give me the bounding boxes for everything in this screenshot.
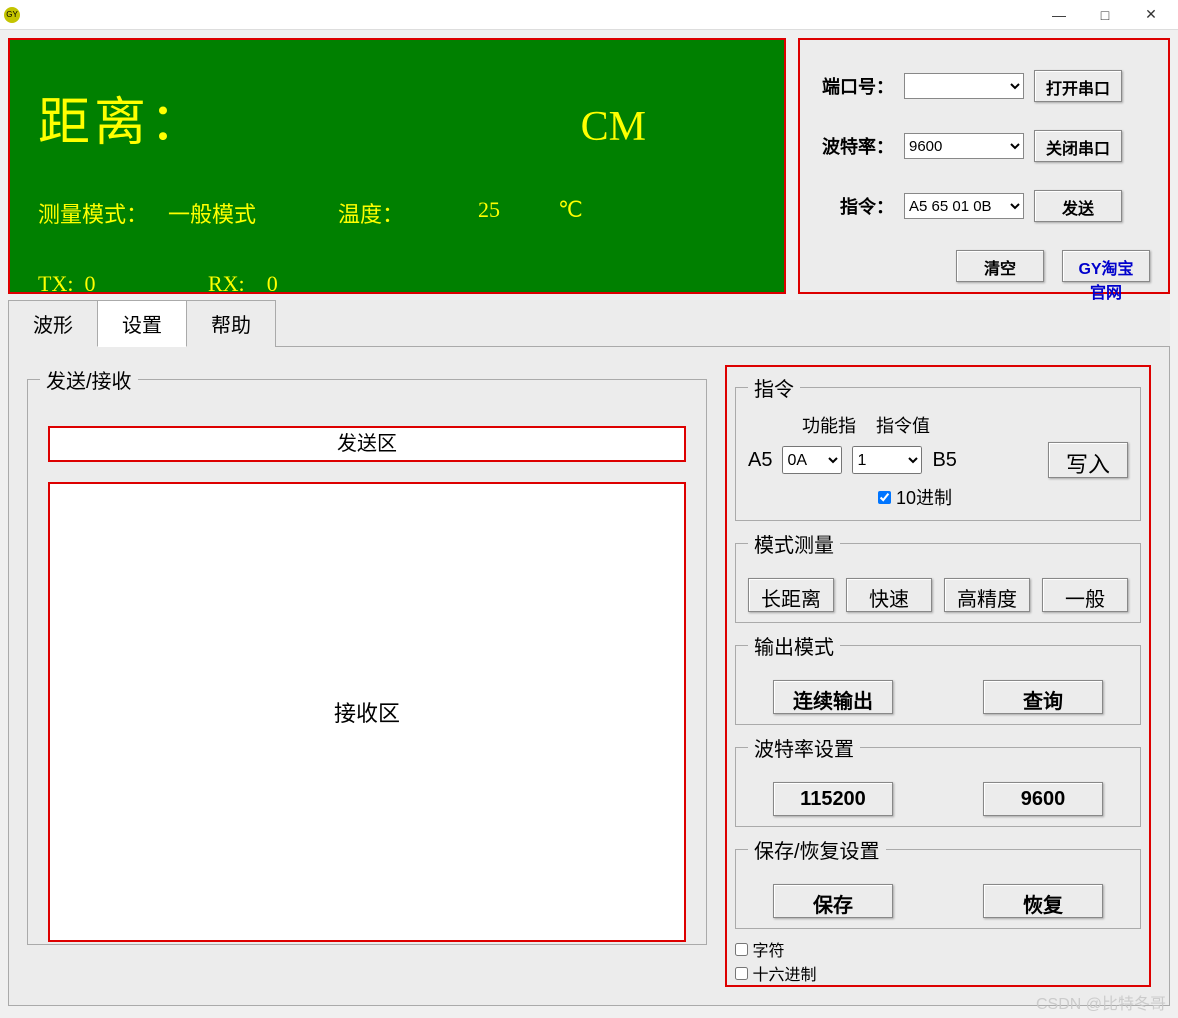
query-button[interactable]: 查询: [983, 680, 1103, 714]
hex-checkbox-label[interactable]: 十六进制: [735, 961, 1141, 985]
sendrecv-group: 发送/接收 发送区 接收区: [27, 365, 707, 945]
fast-button[interactable]: 快速: [846, 578, 932, 612]
save-group: 保存/恢复设置 保存 恢复: [735, 835, 1141, 929]
long-range-button[interactable]: 长距离: [748, 578, 834, 612]
baud-label: 波特率：: [818, 133, 894, 159]
char-checkbox[interactable]: [735, 943, 748, 956]
baud-group: 波特率设置 115200 9600: [735, 733, 1141, 827]
command-group: 指令 功能指 指令值 A5 0A 1 B5 写入 10进制: [735, 373, 1141, 521]
close-port-button[interactable]: 关闭串口: [1034, 130, 1122, 162]
distance-unit: CM: [581, 103, 646, 151]
port-label: 端口号：: [818, 73, 894, 99]
char-checkbox-label[interactable]: 字符: [735, 937, 1141, 961]
temp-label: 温度：: [338, 197, 478, 229]
clear-button[interactable]: 清空: [956, 250, 1044, 282]
val-head: 指令值: [876, 412, 930, 438]
cmdval-select[interactable]: 1: [852, 446, 922, 474]
baud-9600-button[interactable]: 9600: [983, 782, 1103, 816]
temp-value: 25: [478, 197, 558, 229]
sendrecv-legend: 发送/接收: [40, 365, 138, 394]
high-precision-button[interactable]: 高精度: [944, 578, 1030, 612]
tx-value: 0: [84, 271, 95, 296]
tab-waveform[interactable]: 波形: [8, 300, 98, 347]
cmd-select[interactable]: A5 65 01 0B: [904, 193, 1024, 219]
tab-body: 发送/接收 发送区 接收区 指令 功能指 指令值 A5 0A 1 B5 写入: [8, 346, 1170, 1006]
open-port-button[interactable]: 打开串口: [1034, 70, 1122, 102]
close-button[interactable]: ✕: [1128, 0, 1174, 30]
rx-label: RX:: [208, 271, 245, 296]
display-panel: 距离： CM 测量模式： 一般模式 温度： 25 ℃ TX: 0 RX: 0: [8, 38, 786, 294]
tx-label: TX:: [38, 271, 73, 296]
tab-bar: 波形 设置 帮助: [8, 300, 1170, 347]
maximize-button[interactable]: □: [1082, 0, 1128, 30]
taobao-link-button[interactable]: GY淘宝官网: [1062, 250, 1150, 282]
cmd-prefix: A5: [748, 449, 772, 472]
mode-value: 一般模式: [168, 197, 338, 229]
hex-checkbox[interactable]: [735, 967, 748, 980]
baud-115200-button[interactable]: 115200: [773, 782, 893, 816]
save-legend: 保存/恢复设置: [748, 835, 886, 864]
distance-label: 距离：: [38, 80, 206, 155]
decimal-checkbox-label[interactable]: 10进制: [878, 488, 952, 508]
restore-button[interactable]: 恢复: [983, 884, 1103, 918]
titlebar: GY — □ ✕: [0, 0, 1178, 30]
rx-value: 0: [267, 271, 278, 296]
temp-unit: ℃: [558, 197, 583, 229]
recv-area[interactable]: 接收区: [48, 482, 686, 942]
send-area[interactable]: 发送区: [48, 426, 686, 462]
output-legend: 输出模式: [748, 631, 840, 660]
baud-select[interactable]: 9600: [904, 133, 1024, 159]
func-select[interactable]: 0A: [782, 446, 842, 474]
app-icon: GY: [4, 7, 20, 23]
mode-legend: 模式测量: [748, 529, 840, 558]
cmd-suffix: B5: [932, 449, 956, 472]
cmd-label: 指令：: [818, 193, 894, 219]
tab-help[interactable]: 帮助: [186, 300, 276, 347]
minimize-button[interactable]: —: [1036, 0, 1082, 30]
tab-settings[interactable]: 设置: [97, 300, 187, 347]
mode-group: 模式测量 长距离 快速 高精度 一般: [735, 529, 1141, 623]
normal-button[interactable]: 一般: [1042, 578, 1128, 612]
baud-legend: 波特率设置: [748, 733, 860, 762]
command-legend: 指令: [748, 373, 800, 402]
output-group: 输出模式 连续输出 查询: [735, 631, 1141, 725]
continuous-button[interactable]: 连续输出: [773, 680, 893, 714]
write-button[interactable]: 写入: [1048, 442, 1128, 478]
right-column: 指令 功能指 指令值 A5 0A 1 B5 写入 10进制 模式测量: [725, 365, 1151, 987]
connection-panel: 端口号： 打开串口 波特率： 9600 关闭串口 指令： A5 65 01 0B…: [798, 38, 1170, 294]
send-button[interactable]: 发送: [1034, 190, 1122, 222]
save-button[interactable]: 保存: [773, 884, 893, 918]
mode-label: 测量模式：: [38, 197, 168, 229]
func-head: 功能指: [802, 412, 856, 438]
watermark: CSDN @比特冬哥: [1036, 990, 1166, 1014]
port-select[interactable]: [904, 73, 1024, 99]
decimal-checkbox[interactable]: [878, 491, 891, 504]
